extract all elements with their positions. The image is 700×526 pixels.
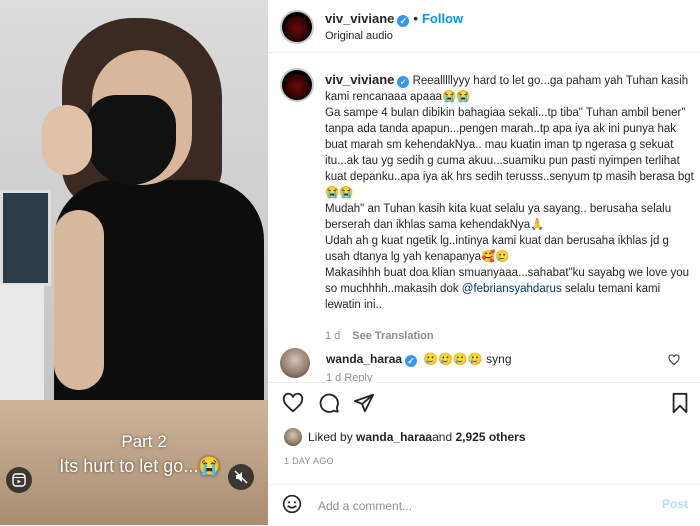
caption-time[interactable]: 1 d	[325, 330, 340, 342]
verified-badge-icon: ✓	[405, 355, 418, 367]
add-comment-bar: Post	[268, 484, 700, 526]
person-arm	[54, 210, 104, 390]
caption-mention-link[interactable]: @febriansyahdarus	[462, 283, 562, 295]
likes-count[interactable]: 2,925 others	[455, 430, 525, 444]
author-header-line: viv_viviane ✓ • Follow	[325, 11, 463, 27]
likes-middle: and	[432, 430, 453, 444]
comment-meta-partial[interactable]: 1 d Reply	[326, 372, 372, 382]
post-comment-button[interactable]: Post	[662, 497, 688, 511]
bookmark-icon[interactable]	[668, 391, 692, 415]
ultrasound-machine	[0, 285, 44, 415]
caption-author-avatar[interactable]	[280, 68, 314, 102]
likes-prefix: Liked by	[308, 430, 353, 444]
heart-icon[interactable]	[281, 391, 305, 415]
post-video[interactable]: Part 2 Its hurt to let go...😭	[0, 0, 268, 525]
audio-link[interactable]: Original audio	[325, 30, 393, 42]
comment-input[interactable]	[316, 495, 620, 517]
comment-icon[interactable]	[317, 391, 341, 415]
comment-text: 🥲🥲🥲🥲 syng	[423, 352, 512, 366]
person-hand	[42, 105, 92, 175]
comments-section[interactable]: viv_viviane ✓ Reealllllyyy hard to let go…	[268, 52, 700, 382]
author-avatar[interactable]	[280, 10, 314, 44]
action-bar	[268, 382, 700, 423]
liker-avatar[interactable]	[284, 428, 302, 446]
caption-body: Reealllllyyy hard to let go...ga paham y…	[325, 75, 694, 295]
face-mask	[86, 95, 176, 185]
author-username[interactable]: viv_viviane	[325, 11, 394, 26]
caption-username[interactable]: viv_viviane	[325, 72, 394, 87]
separator-dot: •	[413, 11, 418, 26]
post-sidebar: viv_viviane ✓ • Follow Original audio viv_v…	[268, 0, 700, 525]
commenter-username[interactable]: wanda_haraa	[326, 352, 402, 366]
verified-badge-icon: ✓	[397, 15, 410, 27]
caption-text: viv_viviane ✓ Reealllllyyy hard to let go…	[325, 72, 697, 313]
follow-button[interactable]: Follow	[422, 11, 463, 26]
commenter-avatar[interactable]	[280, 348, 310, 378]
comment-line: wanda_haraa ✓ 🥲🥲🥲🥲 syng	[326, 352, 512, 367]
ultrasound-monitor	[0, 190, 51, 286]
comment-like-heart-icon[interactable]	[668, 354, 680, 369]
liker-username[interactable]: wanda_haraa	[356, 430, 432, 444]
reels-icon[interactable]	[6, 467, 32, 493]
instagram-post-modal: Part 2 Its hurt to let go...😭 viv_vivian…	[0, 0, 700, 525]
caption-meta: 1 d See Translation	[325, 330, 434, 342]
see-translation-button[interactable]: See Translation	[352, 330, 433, 342]
post-date[interactable]: 1 DAY AGO	[284, 456, 334, 466]
post-header: viv_viviane ✓ • Follow Original audio	[268, 0, 700, 53]
likes-summary: Liked by wanda_haraa and 2,925 others	[284, 428, 526, 446]
speaker-muted-icon[interactable]	[228, 464, 254, 490]
verified-badge-icon: ✓	[397, 76, 410, 88]
video-caption-title: Part 2	[121, 432, 167, 451]
emoji-icon[interactable]	[282, 494, 302, 520]
share-icon[interactable]	[352, 391, 376, 415]
